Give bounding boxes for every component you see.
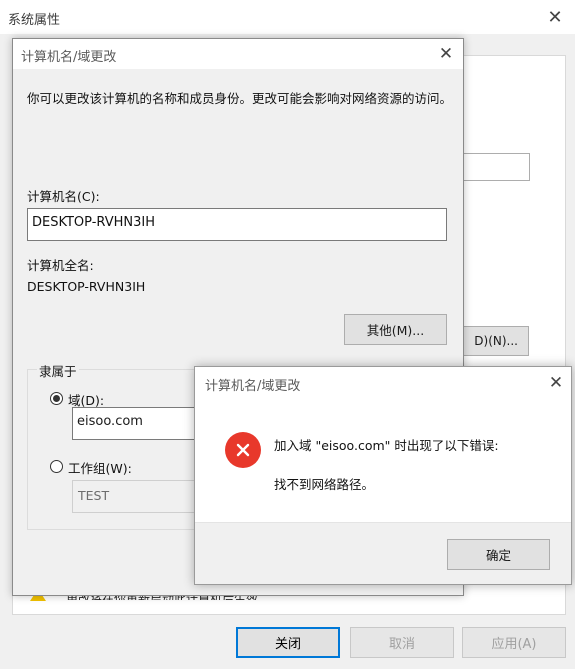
error-dialog-title: 计算机名/域更改 bbox=[205, 379, 301, 394]
computer-description-field[interactable] bbox=[463, 153, 530, 181]
close-icon[interactable]: ✕ bbox=[433, 41, 459, 67]
error-detail: 找不到网络路径。 bbox=[274, 477, 375, 492]
computer-name-titlebar: 计算机名/域更改 ✕ bbox=[13, 39, 463, 69]
error-dialog-footer: 确定 bbox=[195, 522, 571, 584]
apply-button[interactable]: 应用(A) bbox=[462, 627, 566, 658]
computer-name-label: 计算机名(C): bbox=[27, 189, 100, 204]
error-message: 加入域 "eisoo.com" 时出现了以下错误: bbox=[274, 438, 499, 453]
workgroup-input[interactable]: TEST bbox=[72, 480, 212, 513]
workgroup-radio[interactable] bbox=[50, 460, 63, 473]
more-button[interactable]: 其他(M)... bbox=[344, 314, 447, 345]
dialog-description: 你可以更改该计算机的名称和成员身份。更改可能会影响对网络资源的访问。 bbox=[27, 91, 453, 106]
system-properties-titlebar: 系统属性 ✕ bbox=[0, 0, 575, 34]
domain-radio[interactable] bbox=[50, 392, 63, 405]
close-button[interactable]: 关闭 bbox=[236, 627, 340, 658]
window-title: 系统属性 bbox=[8, 13, 61, 28]
domain-input[interactable]: eisoo.com bbox=[72, 407, 212, 440]
computer-name-input[interactable]: DESKTOP-RVHN3IH bbox=[27, 208, 447, 241]
full-name-label: 计算机全名: bbox=[27, 258, 94, 273]
close-icon[interactable]: ✕ bbox=[540, 4, 570, 30]
full-name-value: DESKTOP-RVHN3IH bbox=[27, 279, 146, 294]
member-of-label: 隶属于 bbox=[37, 361, 79, 380]
close-icon[interactable]: ✕ bbox=[543, 370, 569, 396]
error-icon bbox=[225, 432, 261, 468]
workgroup-label: 工作组(W): bbox=[68, 461, 132, 476]
cancel-button[interactable]: 取消 bbox=[350, 627, 454, 658]
error-dialog: 计算机名/域更改 ✕ 加入域 "eisoo.com" 时出现了以下错误: 找不到… bbox=[194, 366, 572, 585]
dialog-title: 计算机名/域更改 bbox=[21, 50, 117, 65]
confirm-button[interactable]: 确定 bbox=[447, 539, 550, 570]
